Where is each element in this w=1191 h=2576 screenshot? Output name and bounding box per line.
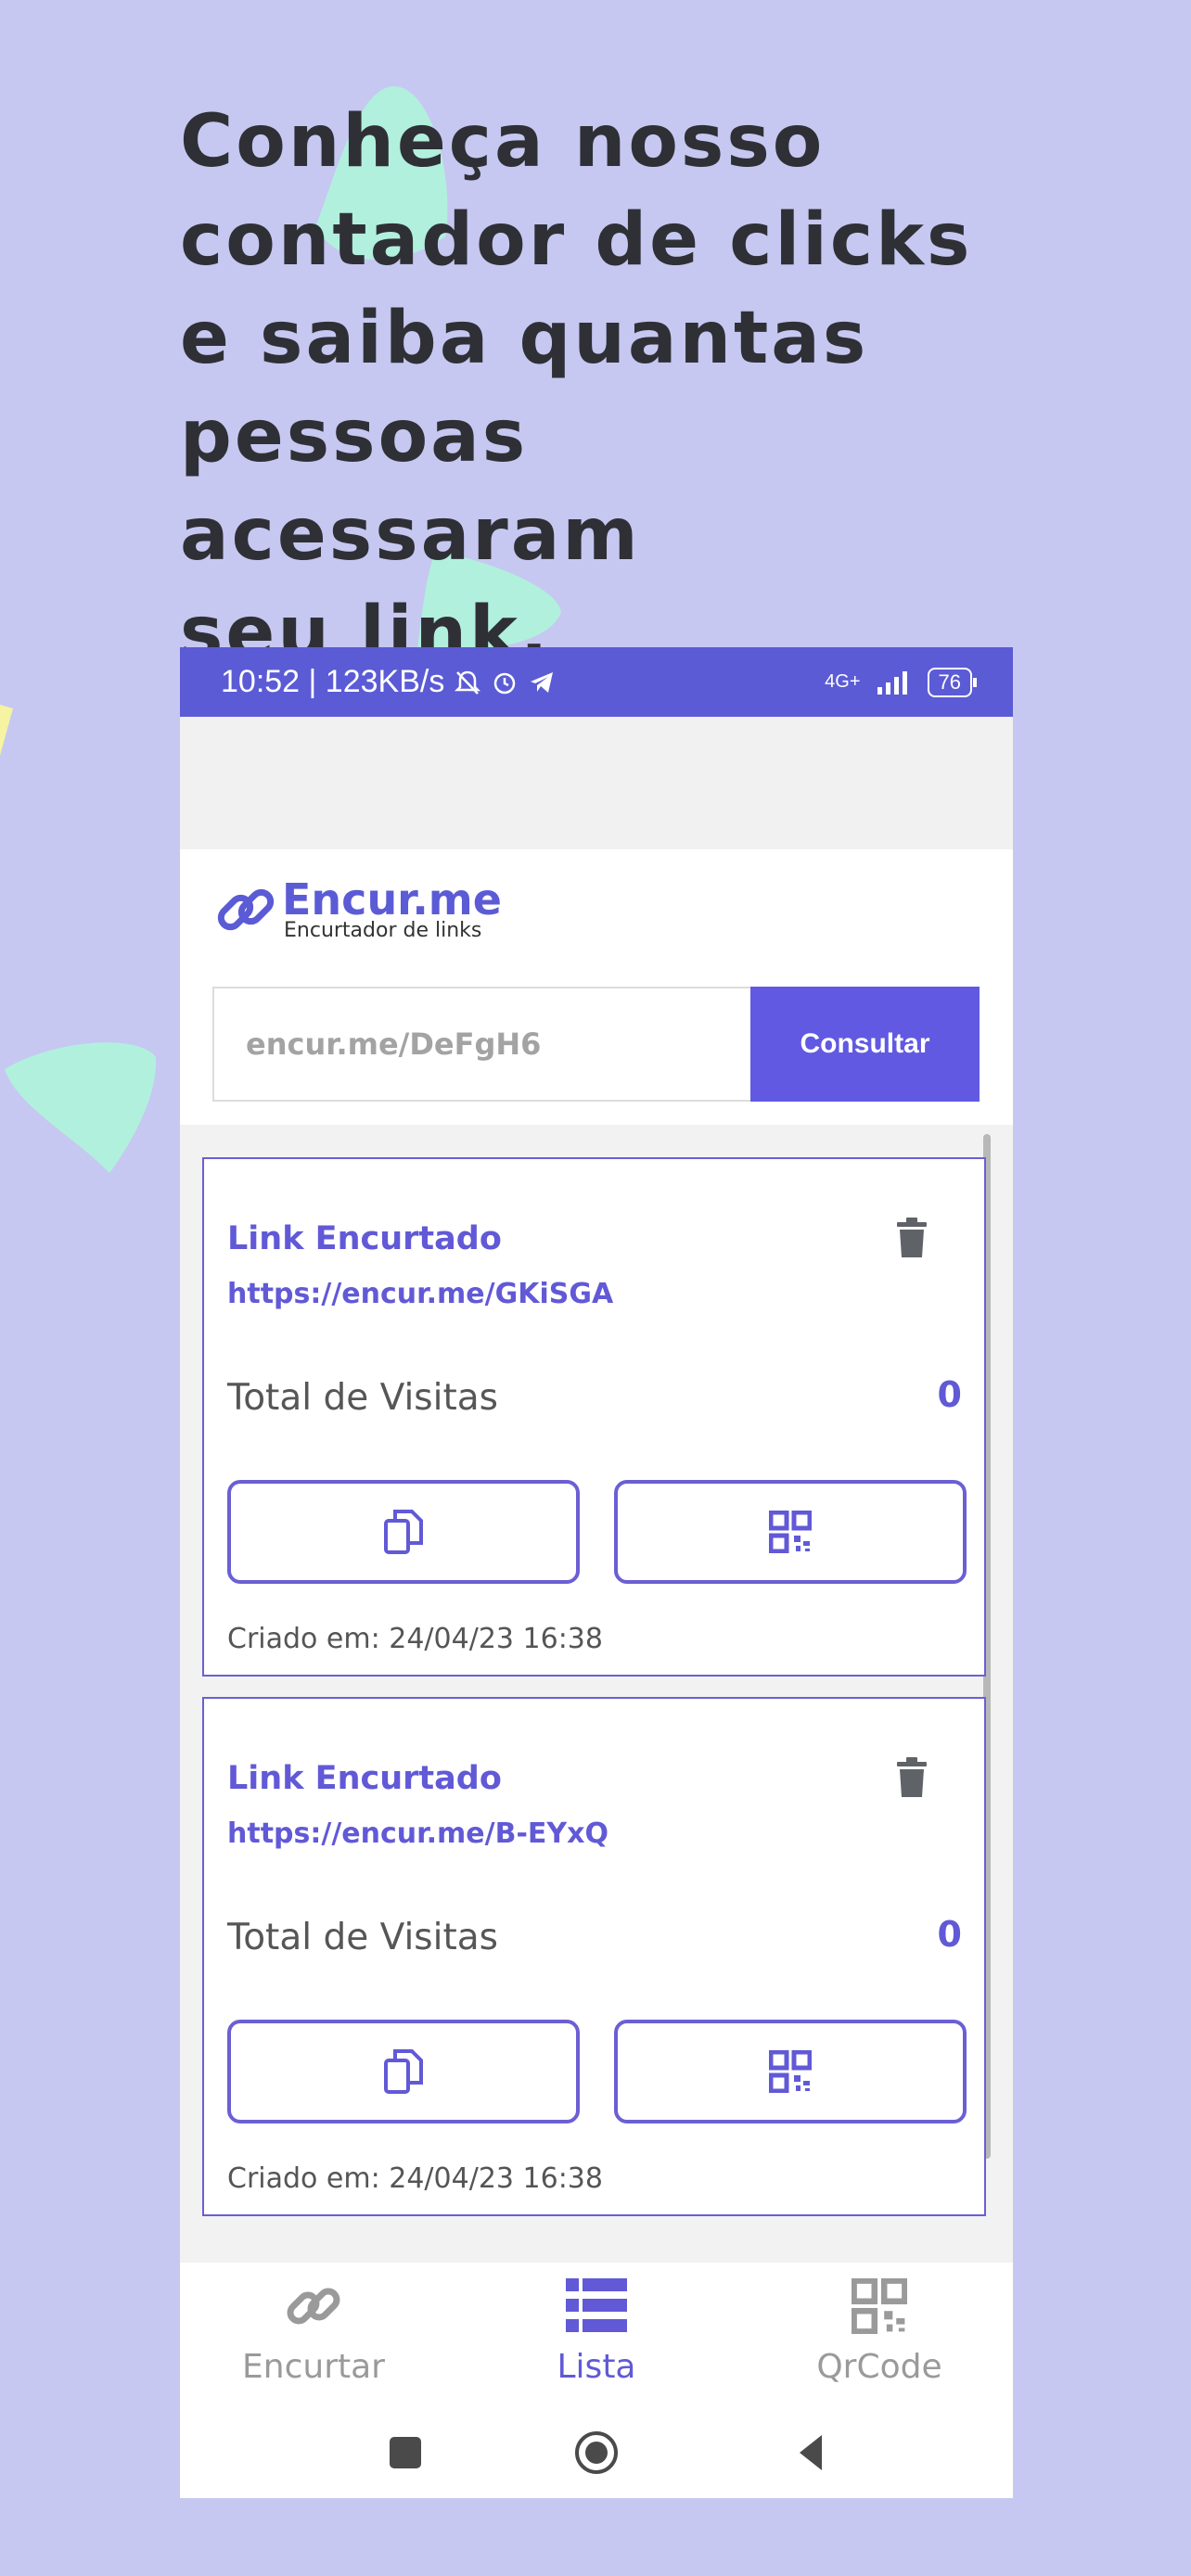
headline-line: Conheça nosso: [180, 100, 826, 184]
bottom-nav: Encurtar Lista QrCode: [180, 2263, 1013, 2498]
headline: Conheça nosso contador de clicks e saiba…: [180, 93, 1015, 682]
copy-button[interactable]: [227, 1480, 580, 1584]
qrcode-icon: [852, 2278, 907, 2334]
link-card: Link Encurtado https://encur.me/B-EYxQ T…: [202, 1697, 986, 2216]
status-time: 10:52 | 123KB/s: [221, 664, 445, 699]
headline-line: e saiba quantas: [180, 297, 869, 380]
nav-label: QrCode: [816, 2348, 942, 2386]
trash-icon[interactable]: [893, 1756, 930, 1799]
chain-link-icon: [217, 888, 275, 931]
telegram-icon: [531, 671, 554, 693]
alarm-icon: [494, 672, 516, 694]
card-url[interactable]: https://encur.me/GKiSGA: [227, 1278, 613, 1310]
visits-label: Total de Visitas: [227, 1917, 498, 1958]
phone-screen: 10:52 | 123KB/s 4G+ 76 Encur.me Encurtad…: [180, 647, 1013, 2498]
nav-label: Lista: [557, 2348, 636, 2386]
qrcode-button[interactable]: [614, 2020, 967, 2123]
list-icon: [566, 2278, 627, 2332]
headline-line: contador de clicks: [180, 198, 973, 282]
qrcode-button[interactable]: [614, 1480, 967, 1584]
qrcode-icon: [769, 2050, 812, 2093]
visits-label: Total de Visitas: [227, 1377, 498, 1419]
status-bar: 10:52 | 123KB/s 4G+ 76: [180, 647, 1013, 717]
app-header: Encur.me Encurtador de links Consultar: [180, 849, 1013, 1125]
trash-icon[interactable]: [893, 1217, 930, 1259]
back-button[interactable]: [800, 2435, 822, 2470]
signal-icon: [877, 670, 907, 695]
mint-blob-left: [5, 1042, 157, 1173]
card-title: Link Encurtado: [227, 1220, 502, 1257]
network-label: 4G+: [825, 671, 861, 692]
mute-bell-icon: [455, 670, 481, 695]
link-card: Link Encurtado https://encur.me/GKiSGA T…: [202, 1157, 986, 1677]
consultar-button[interactable]: Consultar: [750, 987, 980, 1102]
copy-icon: [384, 2049, 423, 2094]
links-list[interactable]: Link Encurtado https://encur.me/GKiSGA T…: [180, 1125, 1013, 2263]
created-date: Criado em: 24/04/23 16:38: [227, 1623, 603, 1655]
search-bar: Consultar: [212, 987, 980, 1102]
visits-count: 0: [937, 1914, 962, 1955]
copy-button[interactable]: [227, 2020, 580, 2123]
logo-title: Encur.me: [282, 874, 502, 925]
card-title: Link Encurtado: [227, 1760, 502, 1797]
nav-item-lista[interactable]: Lista: [485, 2274, 708, 2386]
qrcode-icon: [769, 1511, 812, 1553]
system-nav-bar: [390, 2431, 822, 2474]
app-logo: Encur.me Encurtador de links: [211, 875, 502, 944]
card-url[interactable]: https://encur.me/B-EYxQ: [227, 1817, 608, 1850]
copy-icon: [384, 1510, 423, 1554]
nav-label: Encurtar: [242, 2348, 385, 2386]
logo-subtitle: Encurtador de links: [284, 919, 482, 942]
visits-count: 0: [937, 1374, 962, 1415]
recents-button[interactable]: [390, 2437, 421, 2468]
nav-item-encurtar[interactable]: Encurtar: [202, 2274, 425, 2386]
yellow-blob-left: [0, 705, 13, 756]
nav-item-qrcode[interactable]: QrCode: [768, 2274, 991, 2386]
headline-line: pessoas acessaram: [180, 395, 641, 577]
created-date: Criado em: 24/04/23 16:38: [227, 2162, 603, 2195]
link-icon: [287, 2288, 340, 2325]
battery-indicator: 76: [927, 667, 978, 697]
search-input[interactable]: [212, 987, 750, 1102]
home-button[interactable]: [575, 2431, 618, 2474]
